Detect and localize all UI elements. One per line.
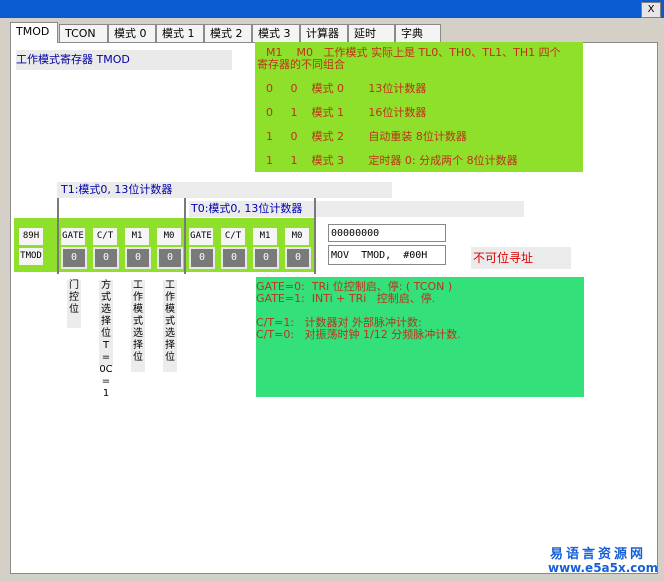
- ct-vertical-label: 方式选择位T=0C=1: [99, 280, 113, 399]
- bit-label: GATE: [189, 228, 213, 245]
- close-button[interactable]: X: [641, 2, 661, 18]
- tab-mode2[interactable]: 模式 2: [204, 24, 252, 42]
- binary-value-field[interactable]: 00000000: [328, 224, 446, 242]
- bit-label: C/T: [93, 228, 117, 245]
- register-address: 89H: [19, 228, 43, 245]
- t1-mode-bar: T1:模式0, 13位计数器: [57, 182, 392, 198]
- m1-vertical-label: 工作模式选择位: [131, 280, 145, 372]
- bit-toggle-gate-t0[interactable]: 0: [189, 247, 215, 269]
- bit-toggle-m1-t0[interactable]: 0: [253, 247, 279, 269]
- t0-mode-label: T0:模式0, 13位计数器: [191, 202, 303, 215]
- mode-row: 1 1 模式 3 定时器 0: 分成两个 8位计数器: [266, 154, 518, 167]
- t0-mode-bar: T0:模式0, 13位计数器: [189, 201, 524, 217]
- tab-calculator[interactable]: 计算器: [300, 24, 348, 42]
- bit-toggle-m0-t0[interactable]: 0: [285, 247, 311, 269]
- description-panel: GATE=0: TRi 位控制启、停: ( TCON ) GATE=1: INT…: [256, 277, 584, 397]
- gate-vertical-label: 门控位: [67, 280, 81, 328]
- watermark-url: www.e5a5x.com: [548, 561, 659, 575]
- divider: [314, 198, 316, 274]
- title-bar: X: [0, 0, 664, 18]
- tab-mode0[interactable]: 模式 0: [108, 24, 156, 42]
- bit-label: M1: [125, 228, 149, 245]
- bit-label: M0: [157, 228, 181, 245]
- bit-toggle-ct-t1[interactable]: 0: [93, 247, 119, 269]
- bit-label: M0: [285, 228, 309, 245]
- mode-row: 0 1 模式 1 16位计数器: [266, 106, 427, 119]
- desc-line: C/T=0: 对振荡时钟 1/12 分频脉冲计数.: [256, 328, 461, 341]
- bit-toggle-m1-t1[interactable]: 0: [125, 247, 151, 269]
- bit-toggle-m0-t1[interactable]: 0: [157, 247, 183, 269]
- desc-line: GATE=1: INTi + TRi 控制启、停.: [256, 292, 436, 305]
- mode-table-header-2: 寄存器的不同组合: [257, 58, 345, 71]
- bit-label: C/T: [221, 228, 245, 245]
- t1-mode-label: T1:模式0, 13位计数器: [61, 183, 173, 196]
- tab-mode1[interactable]: 模式 1: [156, 24, 204, 42]
- mode-row: 1 0 模式 2 自动重装 8位计数器: [266, 130, 467, 143]
- tab-tmod[interactable]: TMOD: [10, 22, 58, 43]
- mode-row: 0 0 模式 0 13位计数器: [266, 82, 427, 95]
- tab-tcon[interactable]: TCON: [59, 24, 108, 42]
- register-name: TMOD: [19, 248, 43, 265]
- divider: [57, 198, 59, 274]
- divider: [184, 198, 186, 274]
- bit-label: GATE: [61, 228, 85, 245]
- m0-vertical-label: 工作模式选择位: [163, 280, 177, 372]
- not-bit-addressable-note: 不可位寻址: [471, 247, 571, 269]
- bit-toggle-ct-t0[interactable]: 0: [221, 247, 247, 269]
- watermark-logo: 易语言资源网: [550, 547, 647, 562]
- mode-table-panel: M1 M0 工作模式 实际上是 TL0、TH0、TL1、TH1 四个 寄存器的不…: [255, 42, 583, 172]
- asm-instruction-field[interactable]: MOV TMOD, #00H: [328, 245, 446, 265]
- tab-dictionary[interactable]: 字典: [395, 24, 441, 42]
- tab-delay[interactable]: 延时: [348, 24, 395, 42]
- page-title: 工作模式寄存器 TMOD: [16, 50, 232, 70]
- bit-toggle-gate-t1[interactable]: 0: [61, 247, 87, 269]
- tab-mode3[interactable]: 模式 3: [252, 24, 300, 42]
- bit-label: M1: [253, 228, 277, 245]
